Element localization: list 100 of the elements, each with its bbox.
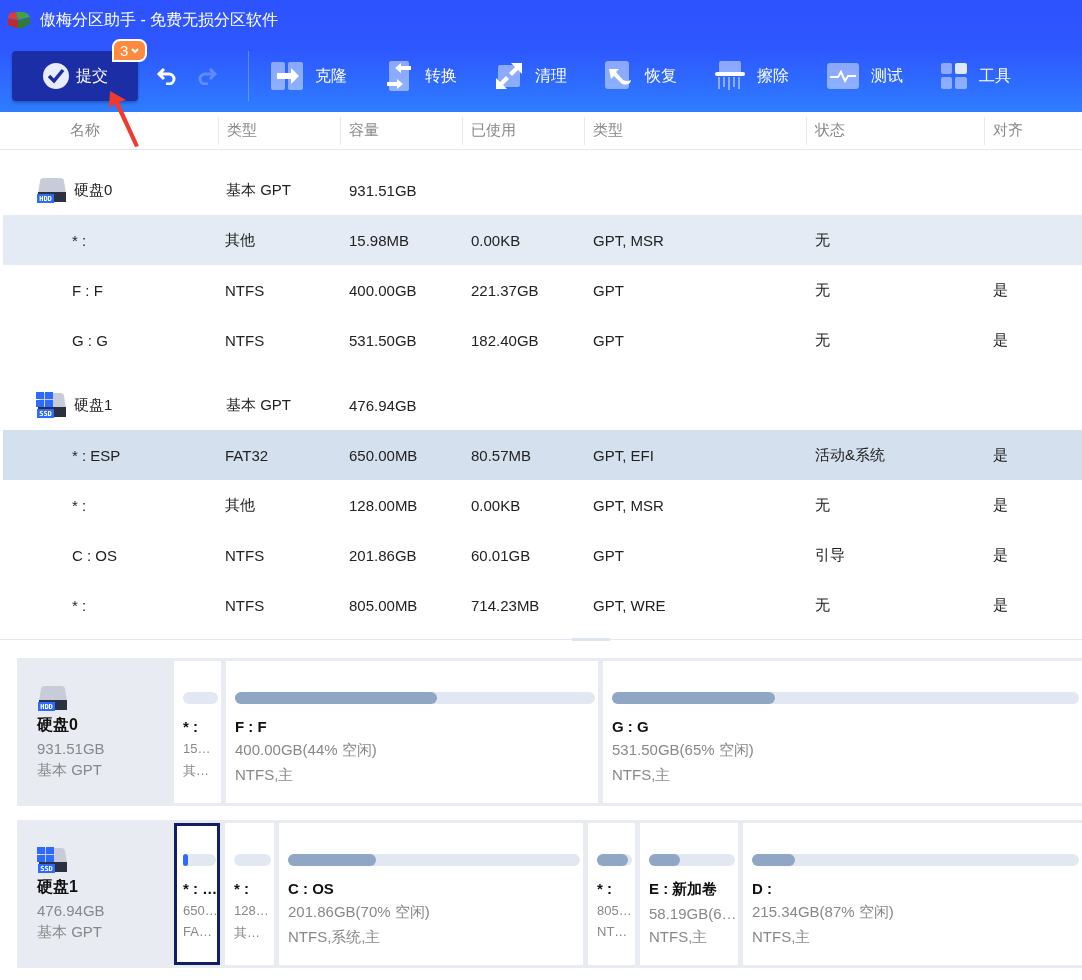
table-cell-text: 无: [814, 230, 831, 250]
table-cell-text: 714.23MB: [470, 596, 541, 614]
disk-name: 硬盘0: [74, 180, 113, 200]
table-cell-text: 基本 GPT: [225, 180, 292, 200]
table-cell-text: GPT, MSR: [592, 496, 665, 514]
partition-row[interactable]: * : NTFS 805.00MB 714.23MB GPT, WRE 无 是: [3, 580, 1082, 630]
partition-block[interactable]: F : F 400.00GB(44% 空闲) NTFS,主: [226, 661, 598, 803]
partition-name: C : OS: [288, 880, 335, 897]
partition-row[interactable]: G : G NTFS 531.50GB 182.40GB GPT 无 是: [3, 315, 1082, 365]
table-cell-text: 无: [814, 495, 831, 515]
table-cell-text: 引导: [814, 545, 846, 565]
disk-name: 硬盘1: [37, 876, 79, 897]
toolbar-button[interactable]: 测试: [827, 63, 903, 89]
partition-size: 15…: [183, 741, 211, 756]
partition-size: 531.50GB(65% 空闲): [612, 741, 754, 760]
table-cell-text: 是: [992, 495, 1009, 515]
chevron-down-icon: [131, 47, 140, 54]
column-header[interactable]: 状态: [806, 116, 984, 145]
partition-block[interactable]: * : 15… 其…: [174, 661, 221, 803]
toolbar-button[interactable]: 转换: [385, 61, 457, 91]
check-circle-icon: [42, 62, 70, 90]
partition-block[interactable]: G : G 531.50GB(65% 空闲) NTFS,主: [603, 661, 1082, 803]
table-cell-text: 60.01GB: [470, 546, 532, 564]
column-header[interactable]: 对齐: [984, 116, 1082, 145]
table-cell-text: * : ESP: [71, 446, 122, 464]
partition-row[interactable]: F : F NTFS 400.00GB 221.37GB GPT 无 是: [3, 265, 1082, 315]
partition-size: 58.19GB(6…: [649, 905, 737, 922]
column-header[interactable]: 容量: [340, 116, 462, 145]
table-cell-text: 201.86GB: [348, 546, 418, 564]
table-cell-text: 805.00MB: [348, 596, 419, 614]
partition-size: 128…: [234, 903, 269, 918]
table-cell-text: GPT: [592, 331, 625, 349]
partition-block[interactable]: * : 805… NT…: [588, 823, 635, 965]
table-cell-text: 182.40GB: [470, 331, 540, 349]
partition-block[interactable]: D : 215.34GB(87% 空闲) NTFS,主: [743, 823, 1082, 965]
grid-icon: [941, 63, 967, 89]
partition-format: FA…: [183, 924, 212, 939]
partition-block[interactable]: * : … 650… FA…: [174, 823, 220, 965]
table-cell-text: C : OS: [71, 546, 118, 564]
expand-arrows-icon: [495, 62, 523, 90]
toolbar-button[interactable]: 擦除: [715, 61, 789, 91]
partition-block[interactable]: * : 128… 其…: [225, 823, 274, 965]
table-cell-text: 是: [992, 280, 1009, 300]
table-cell-text: G : G: [71, 331, 109, 349]
disk-capacity: 476.94GB: [37, 901, 106, 919]
table-cell-text: 650.00MB: [348, 446, 419, 464]
table-cell-text: * :: [71, 496, 88, 514]
table-cell-text: NTFS: [224, 546, 266, 564]
partition-row[interactable]: C : OS NTFS 201.86GB 60.01GB GPT 引导 是: [3, 530, 1082, 580]
partition-row[interactable]: * : 其他 15.98MB 0.00KB GPT, MSR 无: [3, 215, 1082, 265]
partition-format: NTFS,主: [235, 766, 294, 785]
column-header[interactable]: 名称: [0, 116, 218, 145]
table-cell-text: 活动&系统: [814, 445, 886, 465]
table-cell-text: 931.51GB: [348, 181, 418, 199]
partition-row[interactable]: * : 其他 128.00MB 0.00KB GPT, MSR 无 是: [3, 480, 1082, 530]
partition-name: G : G: [612, 718, 650, 735]
table-cell-text: 无: [814, 280, 831, 300]
app-logo-icon: [6, 10, 32, 30]
column-header[interactable]: 类型: [584, 116, 806, 145]
window-title: 傲梅分区助手 - 免费无损分区软件: [40, 9, 279, 30]
table-cell-text: 531.50GB: [348, 331, 418, 349]
partition-format: 其…: [234, 924, 260, 942]
table-cell-text: 是: [992, 595, 1009, 615]
table-cell-text: 其他: [224, 495, 256, 515]
table-cell-text: GPT: [592, 546, 625, 564]
table-cell-text: 无: [814, 595, 831, 615]
toolbar-button[interactable]: 工具: [941, 63, 1011, 89]
table-cell-text: 476.94GB: [348, 396, 418, 414]
table-cell-text: NTFS: [224, 281, 266, 299]
table-cell-text: 0.00KB: [470, 496, 522, 514]
table-cell-text: 是: [992, 445, 1009, 465]
toolbar-button[interactable]: 克隆: [271, 62, 347, 90]
table-cell-text: 基本 GPT: [225, 395, 292, 415]
toolbar-button[interactable]: 清理: [495, 62, 567, 90]
partition-name: * :: [597, 880, 613, 897]
table-cell-text: 0.00KB: [470, 231, 522, 249]
pulse-chart-icon: [827, 63, 859, 89]
column-header[interactable]: 类型: [218, 116, 340, 145]
partition-name: * :: [234, 880, 250, 897]
undo-button[interactable]: [156, 67, 178, 85]
table-cell-text: 80.57MB: [470, 446, 533, 464]
partition-block[interactable]: E : 新加卷 58.19GB(6… NTFS,主: [640, 823, 738, 965]
partition-block[interactable]: C : OS 201.86GB(70% 空闲) NTFS,系统,主: [279, 823, 583, 965]
partition-format: NTFS,主: [649, 928, 708, 947]
partition-name: E : 新加卷: [649, 880, 719, 899]
table-cell-text: 128.00MB: [348, 496, 419, 514]
usage-bar: [183, 692, 218, 704]
table-cell-text: 是: [992, 545, 1009, 565]
partition-name: * : …: [183, 880, 216, 897]
restore-arrow-icon: [605, 61, 633, 91]
table-cell-text: NTFS: [224, 331, 266, 349]
table-cell-text: * :: [71, 596, 88, 614]
partition-format: 其…: [183, 762, 209, 780]
partition-format: NTFS,主: [612, 766, 671, 785]
toolbar-button[interactable]: 恢复: [605, 61, 677, 91]
swap-arrows-icon: [385, 61, 413, 91]
partition-row[interactable]: * : ESP FAT32 650.00MB 80.57MB GPT, EFI 活动&系统 是: [3, 430, 1082, 480]
partition-size: 805…: [597, 903, 632, 918]
table-cell-text: 221.37GB: [470, 281, 540, 299]
column-header[interactable]: 已使用: [462, 116, 584, 145]
